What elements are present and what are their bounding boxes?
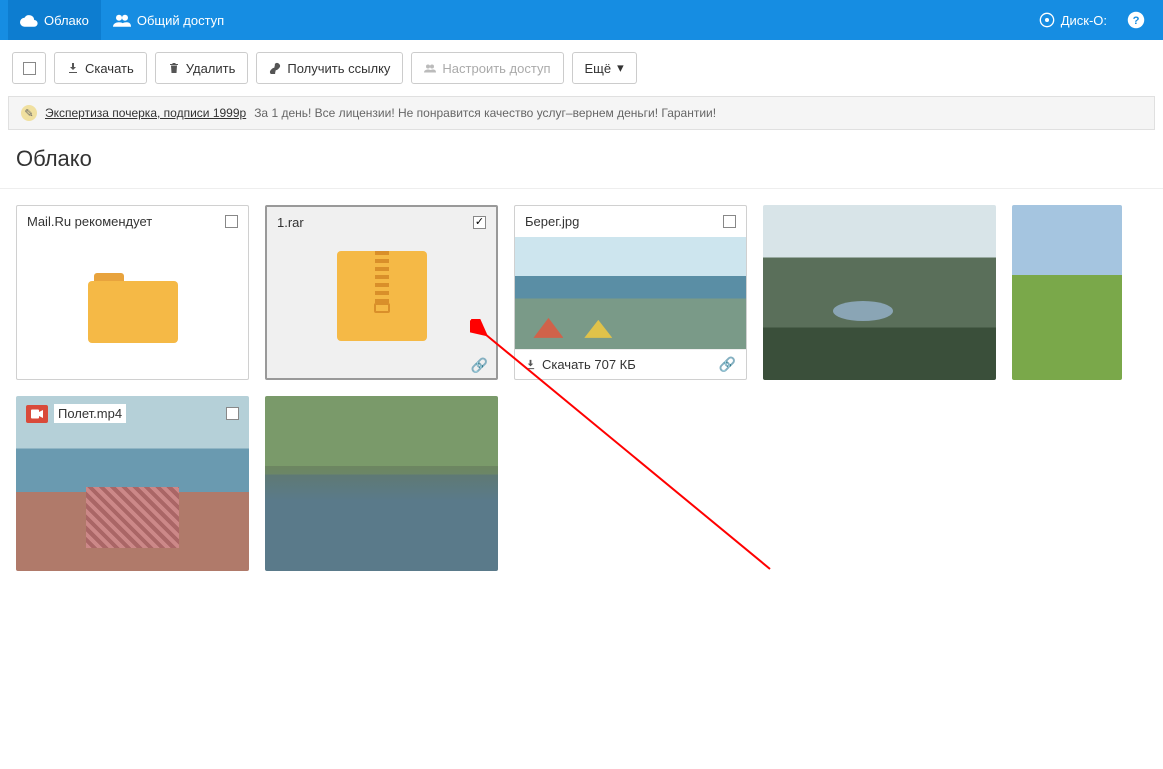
more-label: Ещё [585, 61, 612, 76]
link-icon [269, 62, 281, 74]
file-grid-container: Mail.Ru рекомендует 1.rar 🔗 [0, 188, 1163, 587]
file-name: Mail.Ru рекомендует [27, 214, 152, 229]
image-thumbnail [1012, 205, 1122, 380]
chevron-down-icon: ▾ [617, 60, 624, 76]
top-nav: Облако Общий доступ Диск-О: ? [0, 0, 1163, 40]
nav-tab-shared[interactable]: Общий доступ [101, 0, 236, 40]
tile-checkbox[interactable] [473, 216, 486, 229]
file-tile-video[interactable]: Полет.mp4 [16, 396, 249, 571]
ad-favicon: ✎ [21, 105, 37, 121]
ad-text: За 1 день! Все лицензии! Не понравится к… [254, 106, 716, 120]
disk-o-label: Диск-О: [1061, 13, 1107, 28]
get-link-button[interactable]: Получить ссылку [256, 52, 403, 84]
file-name: 1.rar [277, 215, 304, 230]
ad-link[interactable]: Экспертиза почерка, подписи 1999р [45, 106, 246, 120]
download-label: Скачать [85, 61, 134, 76]
download-small-icon [525, 359, 536, 370]
tile-checkbox[interactable] [225, 215, 238, 228]
tile-checkbox[interactable] [723, 215, 736, 228]
download-button[interactable]: Скачать [54, 52, 147, 84]
folder-icon [88, 273, 178, 343]
configure-access-label: Настроить доступ [442, 61, 550, 76]
help-icon: ? [1127, 11, 1145, 29]
disk-o-link[interactable]: Диск-О: [1029, 12, 1117, 28]
link-badge-icon: 🔗 [719, 356, 736, 373]
checkbox-icon [23, 62, 36, 75]
ad-banner: ✎ Экспертиза почерка, подписи 1999р За 1… [8, 96, 1155, 130]
file-name: Берег.jpg [525, 214, 579, 229]
toolbar: Скачать Удалить Получить ссылку Настроит… [0, 40, 1163, 96]
delete-button[interactable]: Удалить [155, 52, 249, 84]
nav-tab-cloud[interactable]: Облако [8, 0, 101, 40]
svg-text:?: ? [1133, 15, 1140, 27]
image-thumbnail [265, 396, 498, 571]
nav-tab-shared-label: Общий доступ [137, 13, 224, 28]
nav-tab-cloud-label: Облако [44, 13, 89, 28]
image-thumbnail [763, 205, 996, 380]
file-tile-archive[interactable]: 1.rar 🔗 [265, 205, 498, 380]
help-button[interactable]: ? [1117, 11, 1155, 29]
tile-checkbox[interactable] [226, 407, 239, 420]
people-icon [113, 13, 131, 27]
file-tile-image-bare[interactable] [763, 205, 996, 380]
people-small-icon [424, 62, 436, 74]
get-link-label: Получить ссылку [287, 61, 390, 76]
file-name: Полет.mp4 [54, 404, 126, 423]
file-tile-image-bare[interactable] [1012, 205, 1122, 380]
archive-icon [337, 251, 427, 341]
select-all-checkbox[interactable] [12, 52, 46, 84]
download-icon [67, 62, 79, 74]
video-badge-icon [26, 405, 48, 423]
image-thumbnail [515, 237, 746, 349]
configure-access-button[interactable]: Настроить доступ [411, 52, 563, 84]
file-tile-image[interactable]: Берег.jpg Скачать 707 КБ 🔗 [514, 205, 747, 380]
file-tile-folder[interactable]: Mail.Ru рекомендует [16, 205, 249, 380]
trash-icon [168, 62, 180, 74]
cloud-icon [20, 13, 38, 27]
more-button[interactable]: Ещё ▾ [572, 52, 637, 84]
file-grid: Mail.Ru рекомендует 1.rar 🔗 [16, 205, 1147, 571]
delete-label: Удалить [186, 61, 236, 76]
link-badge-icon: 🔗 [471, 357, 488, 374]
disk-icon [1039, 12, 1055, 28]
file-tile-image-bare[interactable] [265, 396, 498, 571]
page-title: Облако [0, 138, 1163, 188]
download-size-label[interactable]: Скачать 707 КБ [542, 357, 636, 372]
